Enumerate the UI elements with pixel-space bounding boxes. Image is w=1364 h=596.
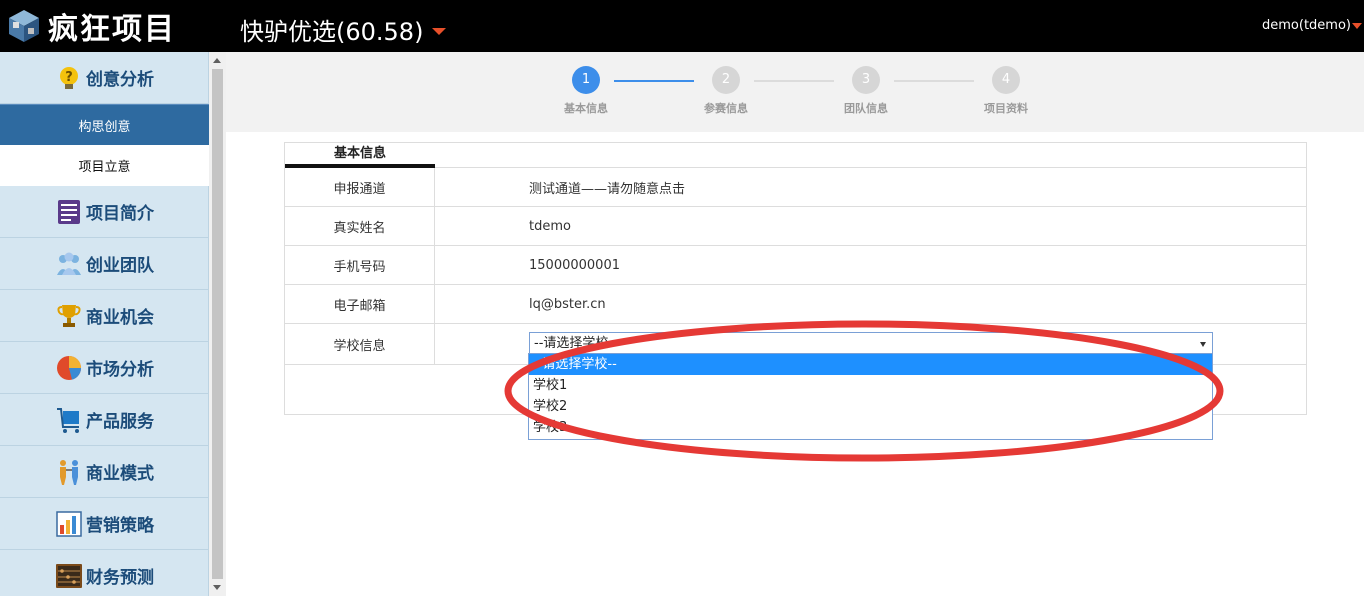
school-select-value: --请选择学校--: [534, 336, 618, 351]
step-label: 基本信息: [564, 102, 608, 115]
step-connector: [894, 80, 974, 82]
document-icon: [54, 197, 84, 227]
pie-chart-icon: [54, 353, 84, 383]
field-label: 手机号码: [285, 246, 435, 284]
sidebar-item-label: 项目立意: [78, 160, 131, 175]
step-connector: [754, 80, 834, 82]
sidebar-section-label: 营销策略: [86, 516, 154, 536]
sidebar-section-label: 产品服务: [86, 412, 154, 432]
form-tab-row: 基本信息: [285, 143, 1306, 168]
sidebar-section-team[interactable]: 创业团队: [0, 238, 209, 290]
project-title: 快驴优选(60.58): [240, 18, 424, 46]
form-row-name: 真实姓名 tdemo: [285, 207, 1306, 246]
caret-down-icon: [432, 28, 447, 35]
form-row-channel: 申报通道 测试通道——请勿随意点击: [285, 168, 1306, 207]
school-option[interactable]: 学校2: [529, 396, 1212, 417]
step-number: 2: [712, 66, 740, 94]
cart-icon: [54, 405, 84, 435]
school-option[interactable]: 学校3: [529, 417, 1212, 438]
sidebar-scrollbar[interactable]: [209, 52, 226, 596]
step-label: 项目资料: [984, 102, 1028, 115]
user-name: demo(tdemo): [1262, 18, 1351, 33]
sidebar-section-market[interactable]: 市场分析: [0, 342, 209, 394]
user-menu[interactable]: demo(tdemo): [1262, 18, 1362, 33]
field-value: 15000000001: [529, 257, 620, 273]
bar-chart-icon: [54, 509, 84, 539]
field-value: 测试通道——请勿随意点击: [529, 181, 686, 197]
sidebar-section-opportunity[interactable]: 商业机会: [0, 290, 209, 342]
field-value: tdemo: [529, 218, 571, 234]
sidebar-section-intro[interactable]: 项目简介: [0, 186, 209, 238]
logo[interactable]: 疯狂项目: [4, 6, 176, 47]
sidebar-section-label: 创业团队: [86, 256, 154, 276]
step-team-info[interactable]: 3 团队信息: [836, 66, 896, 116]
lightbulb-icon: ?: [54, 63, 84, 93]
step-number: 4: [992, 66, 1020, 94]
tab-basic-info[interactable]: 基本信息: [285, 143, 435, 168]
step-number: 3: [852, 66, 880, 94]
svg-text:?: ?: [65, 70, 73, 85]
field-label: 申报通道: [285, 168, 435, 206]
trophy-icon: [54, 301, 84, 331]
sidebar-section-marketing[interactable]: 营销策略: [0, 498, 209, 550]
sidebar-section-label: 商业模式: [86, 464, 154, 484]
field-label: 真实姓名: [285, 207, 435, 245]
caret-down-icon: [1352, 22, 1362, 29]
main-content: 1 基本信息 2 参赛信息 3 团队信息 4 项目资料 基本信息 申报通道 测试…: [226, 52, 1364, 596]
scroll-thumb[interactable]: [212, 69, 223, 579]
stepper: 1 基本信息 2 参赛信息 3 团队信息 4 项目资料: [226, 52, 1364, 132]
field-label: 学校信息: [285, 324, 435, 364]
step-basic-info[interactable]: 1 基本信息: [556, 66, 616, 116]
top-bar: 疯狂项目 快驴优选(60.58) demo(tdemo): [0, 0, 1364, 52]
abacus-icon: [54, 561, 84, 591]
step-competition-info[interactable]: 2 参赛信息: [696, 66, 756, 116]
team-icon: [54, 249, 84, 279]
cube-logo-icon: [4, 6, 44, 46]
school-option[interactable]: --请选择学校--: [529, 354, 1212, 375]
school-option[interactable]: 学校1: [529, 375, 1212, 396]
step-number: 1: [572, 66, 600, 94]
sidebar: ? 创意分析 构思创意 项目立意 项目简介 创业团队 商业机会 市场分析 产品服…: [0, 52, 209, 596]
sidebar-item-positioning[interactable]: 项目立意: [0, 145, 209, 186]
field-label: 电子邮箱: [285, 285, 435, 323]
sidebar-section-ideas[interactable]: ? 创意分析: [0, 52, 209, 104]
school-dropdown-list: --请选择学校-- 学校1 学校2 学校3: [528, 353, 1213, 440]
step-project-materials[interactable]: 4 项目资料: [976, 66, 1036, 116]
project-selector[interactable]: 快驴优选(60.58): [240, 12, 447, 47]
sidebar-item-concept[interactable]: 构思创意: [0, 104, 209, 145]
field-value: lq@bster.cn: [529, 296, 606, 312]
dropdown-arrow-icon: [1200, 342, 1206, 347]
sidebar-section-finance[interactable]: 财务预测: [0, 550, 209, 596]
step-connector: [614, 80, 694, 82]
sidebar-section-product[interactable]: 产品服务: [0, 394, 209, 446]
form-row-phone: 手机号码 15000000001: [285, 246, 1306, 285]
sidebar-section-label: 项目简介: [86, 204, 154, 224]
logo-text: 疯狂项目: [48, 12, 176, 47]
sidebar-section-label: 市场分析: [86, 360, 154, 380]
scroll-up-icon[interactable]: [213, 58, 221, 63]
step-label: 团队信息: [844, 102, 888, 115]
step-label: 参赛信息: [704, 102, 748, 115]
sidebar-section-label: 财务预测: [86, 568, 154, 588]
sidebar-section-label: 创意分析: [86, 70, 154, 90]
people-icon: [54, 457, 84, 487]
sidebar-section-model[interactable]: 商业模式: [0, 446, 209, 498]
form-row-email: 电子邮箱 lq@bster.cn: [285, 285, 1306, 324]
sidebar-item-label: 构思创意: [78, 119, 131, 135]
scroll-down-icon[interactable]: [213, 585, 221, 590]
sidebar-section-label: 商业机会: [86, 308, 154, 328]
